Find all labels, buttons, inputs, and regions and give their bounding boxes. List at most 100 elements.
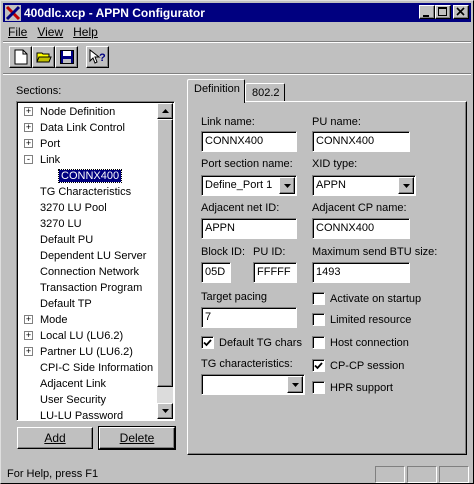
menu-bar: File View Help — [3, 23, 103, 41]
activate-startup-checkbox[interactable]: Activate on startup — [312, 292, 421, 305]
close-button[interactable] — [453, 5, 469, 19]
limited-resource-checkbox[interactable]: Limited resource — [312, 313, 411, 326]
block-id-label: Block ID: — [201, 246, 246, 258]
pu-id-input[interactable]: FFFFF — [253, 262, 297, 283]
open-button[interactable] — [32, 46, 55, 68]
tree-item-label: Local LU (LU6.2) — [40, 330, 124, 342]
expand-icon[interactable]: + — [24, 123, 33, 132]
status-pane-3 — [439, 466, 469, 483]
menu-view[interactable]: View — [32, 25, 68, 39]
default-tg-chars-box[interactable] — [201, 336, 214, 349]
tree-item[interactable]: + Node Definition — [17, 104, 157, 120]
tree-item[interactable]: + Data Link Control — [17, 120, 157, 136]
cp-cp-session-box[interactable] — [312, 359, 325, 372]
tree-item[interactable]: 3270 LU Pool — [17, 200, 157, 216]
expand-icon[interactable]: + — [24, 331, 33, 340]
scroll-down-button[interactable] — [157, 403, 173, 419]
tree-item[interactable]: Adjacent Link — [17, 376, 157, 392]
adjacent-net-input[interactable]: APPN — [201, 218, 297, 239]
hpr-support-checkbox[interactable]: HPR support — [312, 381, 393, 394]
collapse-icon[interactable]: - — [24, 155, 33, 164]
tree-item[interactable]: + Partner LU (LU6.2) — [17, 344, 157, 360]
tree-item[interactable]: CONNX400 — [17, 168, 157, 184]
pu-id-label: PU ID: — [253, 246, 286, 258]
tree-item[interactable]: User Security — [17, 392, 157, 408]
tree-item-label: Dependent LU Server — [40, 250, 147, 262]
save-button[interactable] — [55, 46, 78, 68]
tree-item[interactable]: TG Characteristics — [17, 184, 157, 200]
menu-help[interactable]: Help — [68, 25, 103, 39]
xid-type-combo[interactable]: APPN — [312, 175, 416, 196]
tg-char-dropdown-button[interactable] — [287, 376, 303, 393]
tree-item-label: LU-LU Password — [40, 410, 124, 421]
tree-item[interactable]: Transaction Program — [17, 280, 157, 296]
cp-cp-session-checkbox[interactable]: CP-CP session — [312, 359, 404, 372]
status-bar: For Help, press F1 — [3, 466, 471, 483]
menu-file[interactable]: File — [3, 25, 32, 39]
xid-type-label: XID type: — [312, 158, 358, 170]
chevron-down-icon — [402, 183, 410, 188]
context-help-button[interactable]: ? — [86, 46, 109, 68]
default-tg-chars-checkbox[interactable]: Default TG chars — [201, 336, 302, 349]
toolbar: ? — [9, 46, 109, 70]
link-name-input[interactable]: CONNX400 — [201, 131, 297, 152]
expand-icon[interactable]: + — [24, 139, 33, 148]
minimize-button[interactable] — [419, 5, 435, 19]
new-button[interactable] — [9, 46, 32, 68]
tree-item[interactable]: 3270 LU — [17, 216, 157, 232]
adjacent-net-label: Adjacent net ID: — [201, 202, 280, 214]
tree-item-label: Partner LU (LU6.2) — [40, 346, 133, 358]
maximize-button[interactable] — [435, 5, 451, 19]
add-button[interactable]: Add — [17, 427, 93, 449]
host-connection-box[interactable] — [312, 336, 325, 349]
tree-item[interactable]: Default TP — [17, 296, 157, 312]
block-id-input[interactable]: 05D — [201, 262, 231, 283]
tree-item-label: TG Characteristics — [40, 186, 132, 198]
tg-char-combo[interactable] — [201, 374, 305, 395]
expand-icon[interactable]: + — [24, 347, 33, 356]
title-bar[interactable]: 400dlc.xcp - APPN Configurator — [3, 3, 471, 22]
close-icon — [456, 7, 465, 16]
activate-startup-box[interactable] — [312, 292, 325, 305]
tree-item-label: Default PU — [40, 234, 94, 246]
arrow-up-icon — [161, 109, 169, 113]
tree-item[interactable]: + Local LU (LU6.2) — [17, 328, 157, 344]
tab-definition[interactable]: Definition — [187, 79, 245, 103]
tree-item[interactable]: Connection Network — [17, 264, 157, 280]
tree-item[interactable]: + Mode — [17, 312, 157, 328]
tree-item-label: Link — [40, 154, 61, 166]
sections-tree[interactable]: + Node Definition + Data Link Control + Port -… — [16, 101, 175, 421]
status-text: For Help, press F1 — [7, 468, 99, 480]
status-pane-2 — [407, 466, 437, 483]
tree-item-label: 3270 LU Pool — [40, 202, 107, 214]
new-file-icon — [14, 49, 27, 65]
minimize-icon — [423, 15, 429, 17]
adjacent-cp-input[interactable]: CONNX400 — [312, 218, 410, 239]
max-btu-input[interactable]: 1493 — [312, 262, 410, 283]
tree-item[interactable]: Default PU — [17, 232, 157, 248]
limited-resource-box[interactable] — [312, 313, 325, 326]
host-connection-checkbox[interactable]: Host connection — [312, 336, 409, 349]
tree-item[interactable]: LU-LU Password — [17, 408, 157, 421]
hpr-support-box[interactable] — [312, 381, 325, 394]
expand-icon[interactable]: + — [24, 107, 33, 116]
menu-separator — [3, 41, 471, 43]
target-pacing-input[interactable]: 7 — [201, 307, 297, 328]
scroll-up-button[interactable] — [157, 103, 173, 119]
tree-item[interactable]: - Link — [17, 152, 157, 168]
tree-item[interactable]: Dependent LU Server — [17, 248, 157, 264]
port-section-combo[interactable]: Define_Port 1 — [201, 175, 297, 196]
scroll-thumb[interactable] — [157, 119, 173, 387]
tree-item[interactable]: CPI-C Side Information — [17, 360, 157, 376]
expand-icon[interactable]: + — [24, 315, 33, 324]
toolbar-separator — [3, 73, 471, 75]
link-name-label: Link name: — [201, 116, 255, 128]
delete-button[interactable]: Delete — [98, 426, 176, 450]
xid-type-dropdown-button[interactable] — [398, 177, 414, 194]
tab-802-2[interactable]: 802.2 — [245, 83, 285, 102]
tree-scrollbar[interactable] — [157, 103, 173, 419]
pu-name-input[interactable]: CONNX400 — [312, 131, 410, 152]
tree-item[interactable]: + Port — [17, 136, 157, 152]
app-window: 400dlc.xcp - APPN Configurator File View… — [0, 0, 474, 484]
port-section-dropdown-button[interactable] — [279, 177, 295, 194]
